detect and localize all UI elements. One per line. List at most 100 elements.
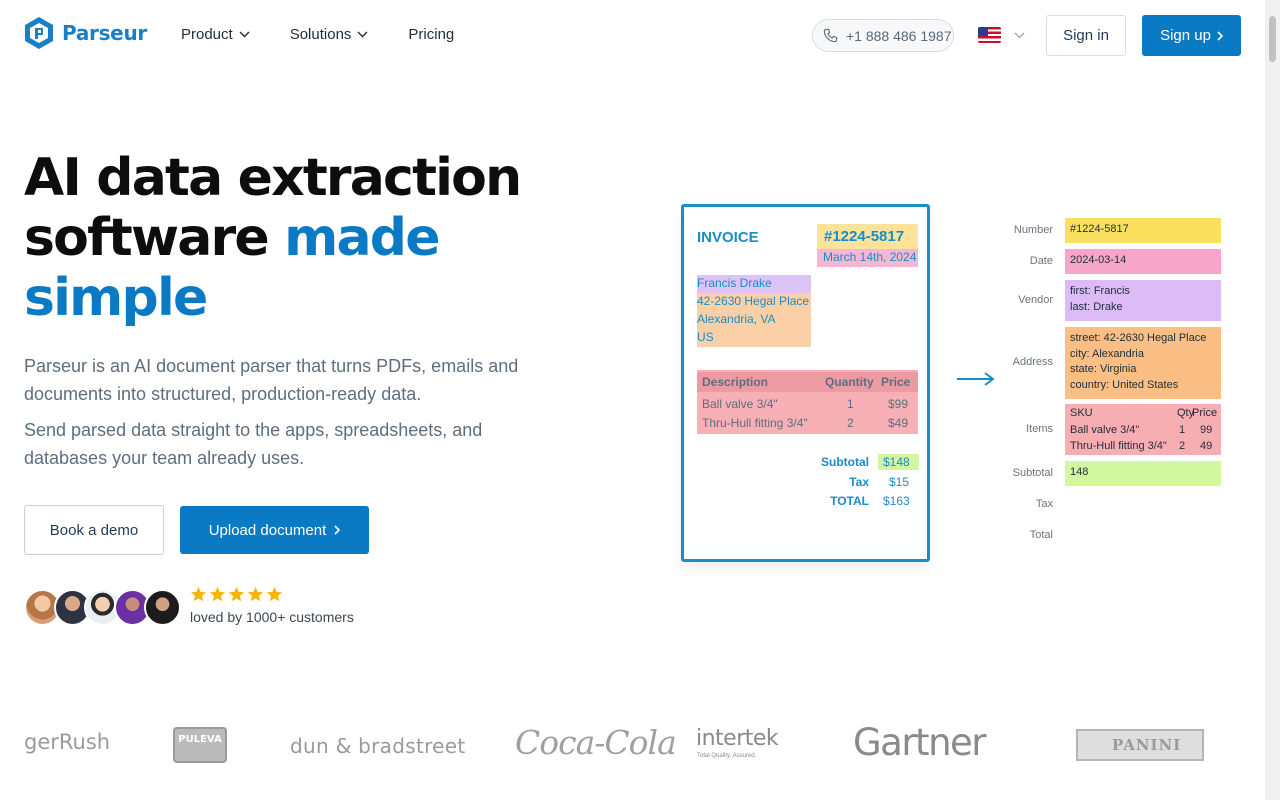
logo-gerrush: gerRush [24,730,111,754]
chevron-right-icon [1217,30,1223,41]
nav-solutions-label: Solutions [289,26,352,43]
social-proof-text: loved by 1000+ customers [190,609,354,625]
table-header-quantity: Quantity [825,375,874,389]
scrollbar-thumb[interactable] [1269,16,1276,62]
logo-coca-cola: Coca-Cola [515,723,677,762]
field-label-vendor: Vendor [1018,294,1053,306]
phone-link[interactable]: +1 888 486 1987 [812,19,954,52]
logo-puleva: PULEVA [173,727,227,763]
hero-description: Parseur is an AI document parser that tu… [24,356,519,404]
upload-document-label: Upload document [208,521,327,539]
site-header: Parseur Product Solutions Pricing +1 888… [0,0,1265,72]
table-row: Thru-Hull fitting 3/4" 2 $49 [697,413,918,432]
hero-title-line3: simple [24,268,208,328]
star-icon [209,586,226,602]
row-quantity: 2 [847,416,854,430]
table-row: Ball valve 3/4" 1 $99 [697,394,918,413]
signin-button[interactable]: Sign in [1046,15,1126,56]
list-item: Ball valve 3/4" 1 99 [1070,423,1216,440]
customer-logos: gerRush PULEVA dun & bradstreet Coca-Col… [0,715,1265,775]
logo-intertek-tagline: Total Quality. Assured. [697,753,757,759]
field-label-number: Number [1013,224,1053,236]
us-flag-icon [978,27,1001,43]
subtotal-label: Subtotal [821,455,869,469]
total-label: TOTAL [830,494,869,508]
list-item: Thru-Hull fitting 3/4" 2 49 [1070,439,1216,456]
items-header-price: Price [1192,407,1218,419]
item-sku: Ball valve 3/4" [1070,423,1140,436]
address-line: city: Alexandria [1070,347,1144,360]
invoice-address-line: US [697,329,811,347]
invoice-number: #1224-5817 [817,224,918,250]
star-icon [228,586,245,602]
logo-puleva-text: PULEVA [178,734,222,745]
hero-title-line2: software made [24,208,584,268]
vendor-line: first: Francis [1070,285,1130,297]
invoice-table: Description Quantity Price Ball valve 3/… [697,370,918,434]
star-icon [247,586,264,602]
row-price: $99 [888,397,909,411]
tax-label: Tax [849,475,869,489]
upload-document-button[interactable]: Upload document [180,506,369,554]
customer-avatars [24,589,184,626]
field-label-address: Address [1012,356,1053,368]
field-value-items: SKU Qty Price Ball valve 3/4" 1 99 Thru-… [1065,404,1221,455]
chevron-right-icon [334,525,341,535]
rating-stars [190,586,283,603]
brand-logo[interactable]: Parseur [24,17,147,49]
brand-name: Parseur [62,21,147,45]
row-description: Thru-Hull fitting 3/4" [702,416,808,430]
chevron-down-icon [1014,32,1025,38]
total-value: $163 [883,494,910,508]
logo-gartner: Gartner [853,721,987,764]
hero-title-accent: made [284,208,440,268]
nav-product[interactable]: Product [181,26,250,43]
item-sku: Thru-Hull fitting 3/4" [1070,440,1167,452]
nav-pricing[interactable]: Pricing [408,26,454,43]
main-nav: Product Solutions Pricing [181,26,494,43]
hero-title: AI data extraction software made simple [24,148,584,328]
field-label-total: Total [1029,529,1053,541]
item-price: 99 [1200,423,1213,436]
logo-panini: PANINI [1076,729,1204,761]
star-icon [266,586,283,602]
invoice-table-header: Description Quantity Price [697,372,918,392]
invoice-illustration: INVOICE #1224-5817 March 14th, 2024 Fran… [681,204,930,562]
table-header-price: Price [881,375,911,389]
signup-button[interactable]: Sign up [1142,15,1241,56]
nav-pricing-label: Pricing [408,26,455,43]
avatar [144,589,181,626]
invoice-address-line: Alexandria, VA [697,311,811,329]
item-qty: 1 [1179,423,1186,436]
field-label-date: Date [1029,255,1053,267]
field-value-address: street: 42-2630 Hegal Place city: Alexan… [1065,327,1221,399]
chevron-down-icon [357,31,368,38]
row-description: Ball valve 3/4" [702,397,778,411]
book-demo-button[interactable]: Book a demo [24,505,164,555]
nav-solutions[interactable]: Solutions [290,26,369,43]
field-value-vendor: first: Francis last: Drake [1065,280,1221,321]
language-selector[interactable] [978,27,1025,43]
hero-title-line1: AI data extraction [24,148,522,208]
field-label-items: Items [1026,423,1053,435]
items-header-sku: SKU [1070,407,1093,419]
field-value-subtotal: 148 [1065,461,1221,486]
arrow-right-icon [957,372,995,386]
subtotal-value: $148 [883,455,910,469]
chevron-down-icon [239,31,250,38]
nav-product-label: Product [181,26,233,43]
address-line: state: Virginia [1070,363,1137,375]
row-price: $49 [888,416,909,430]
logo-intertek: intertek [696,726,779,751]
phone-icon [823,28,838,43]
scrollbar[interactable] [1265,0,1280,800]
address-line: street: 42-2630 Hegal Place [1070,332,1207,344]
row-quantity: 1 [847,397,854,411]
parseur-logo-icon [25,17,53,49]
field-value-number: #1224-5817 [1065,218,1221,243]
logo-dun-bradstreet: dun & bradstreet [290,734,466,758]
items-header: SKU Qty Price [1070,406,1218,423]
invoice-date: March 14th, 2024 [817,249,918,267]
field-label-subtotal: Subtotal [1012,467,1053,479]
phone-number: +1 888 486 1987 [846,27,952,44]
